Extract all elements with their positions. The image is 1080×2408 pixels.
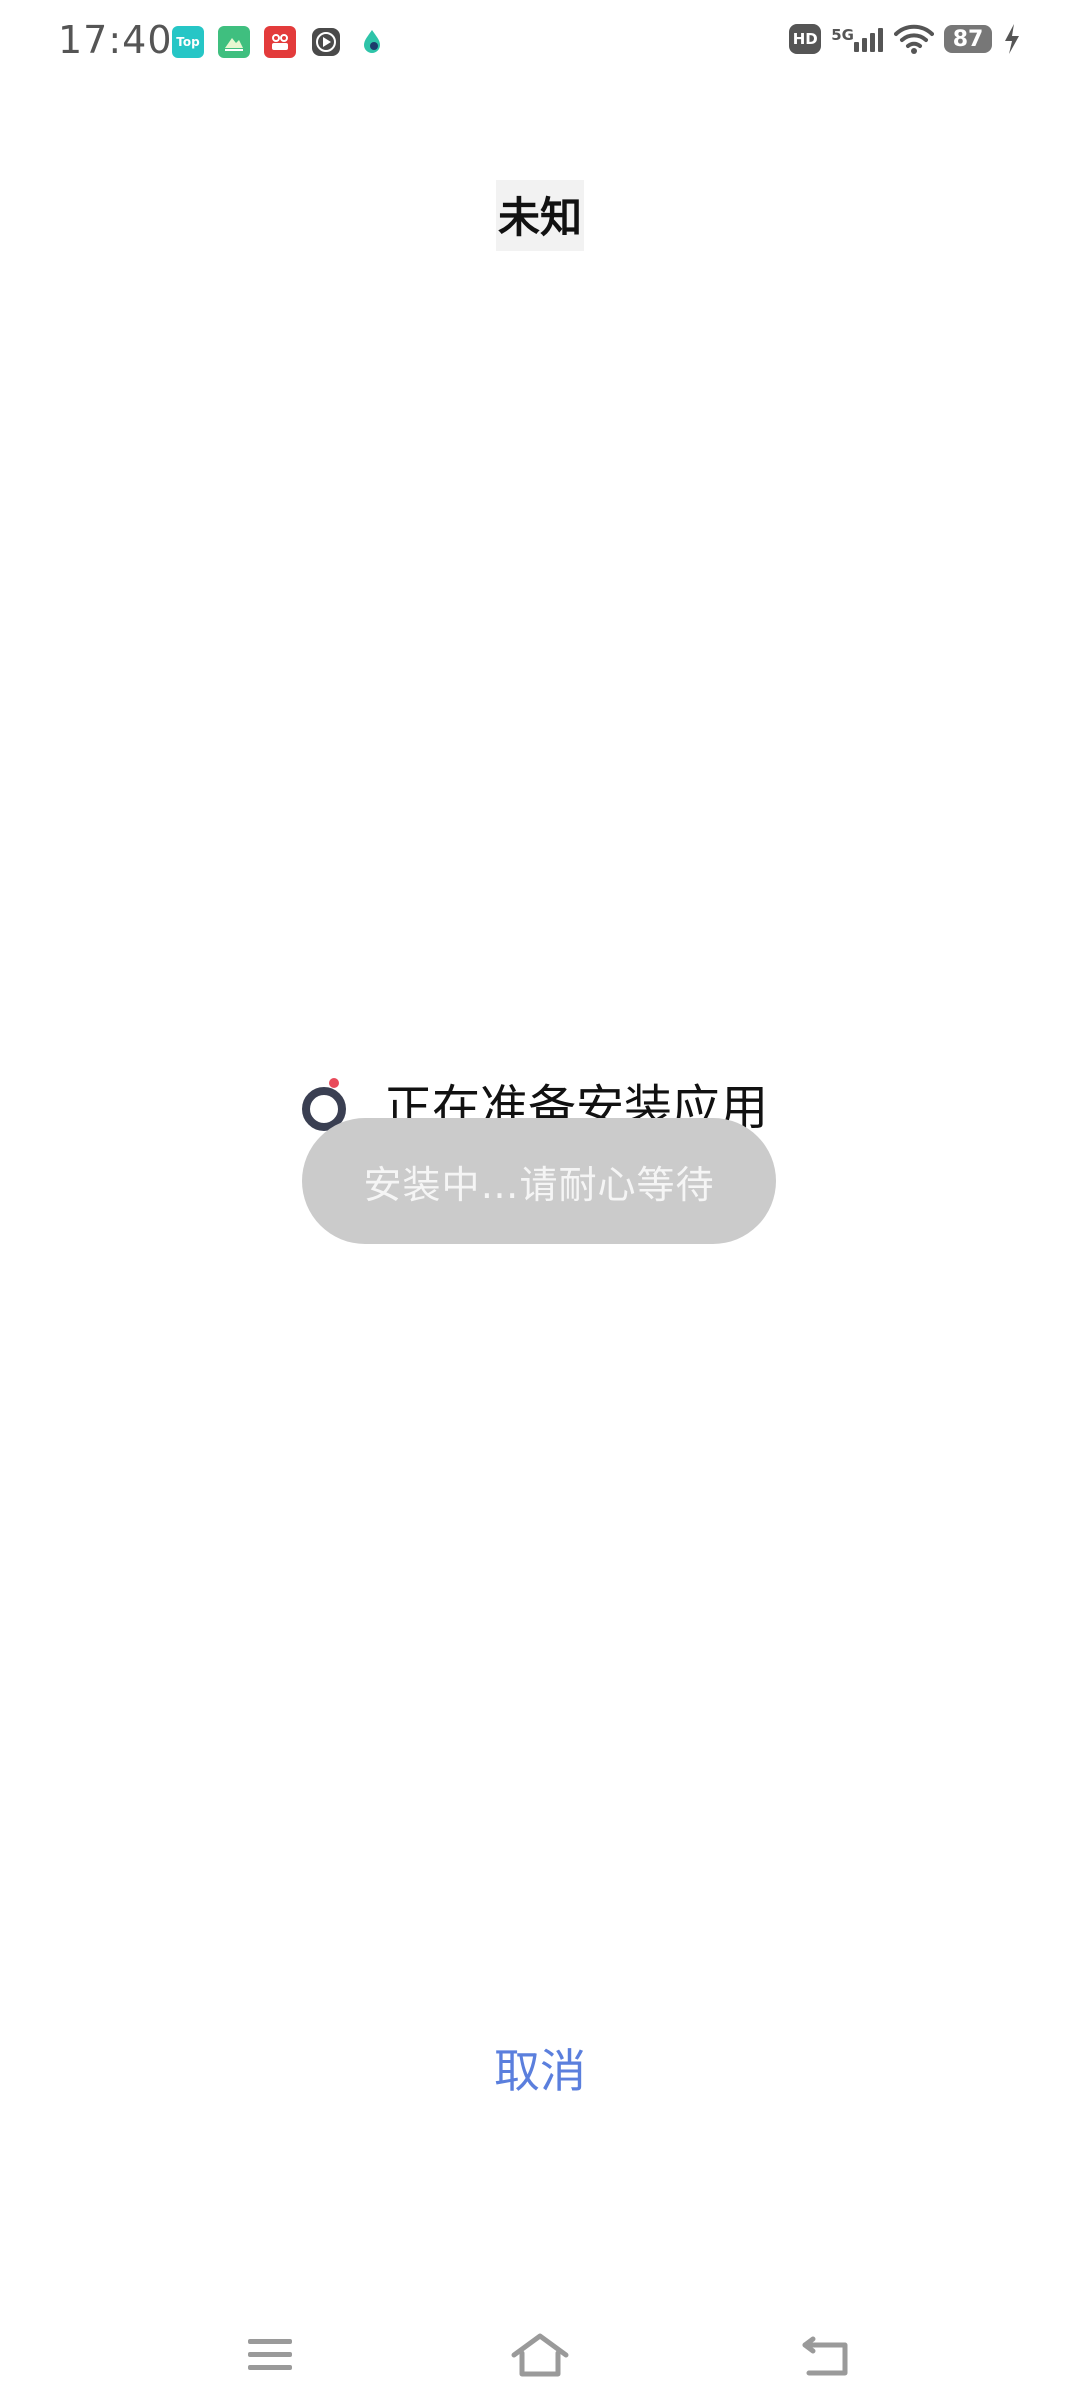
video-play-icon xyxy=(310,26,342,58)
system-icons: HD 5G 87 xyxy=(789,22,1022,56)
cellular-signal-icon: 5G xyxy=(831,24,884,54)
menu-button[interactable] xyxy=(230,2320,310,2390)
cancel-button[interactable]: 取消 xyxy=(440,2028,640,2108)
home-button[interactable] xyxy=(500,2320,580,2390)
top-app-icon: Top xyxy=(172,26,204,58)
battery-level: 87 xyxy=(952,26,984,52)
status-time: 17:40 xyxy=(58,18,173,62)
toast-message: 安装中…请耐心等待 xyxy=(302,1118,776,1244)
home-icon xyxy=(511,2333,569,2377)
back-icon xyxy=(802,2336,848,2376)
water-drop-app-icon xyxy=(356,26,388,58)
top-app-label: Top xyxy=(176,35,200,49)
red-app-icon xyxy=(264,26,296,58)
wifi-icon xyxy=(894,24,934,54)
status-bar: 17:40 Top HD 5G 87 xyxy=(0,0,1080,84)
toast-text: 安装中…请耐心等待 xyxy=(363,1162,715,1207)
map-app-icon xyxy=(218,26,250,58)
charging-icon xyxy=(1005,24,1019,54)
back-button[interactable] xyxy=(786,2320,866,2390)
network-type: 5G xyxy=(831,26,854,44)
menu-icon xyxy=(248,2339,292,2370)
navigation-bar xyxy=(0,2300,1080,2408)
app-name: 未知 xyxy=(495,180,584,251)
notification-icons: Top xyxy=(172,26,388,58)
app-name-title: 未知 xyxy=(0,180,1080,251)
hd-badge: HD xyxy=(789,24,822,54)
battery-indicator: 87 xyxy=(944,25,992,53)
